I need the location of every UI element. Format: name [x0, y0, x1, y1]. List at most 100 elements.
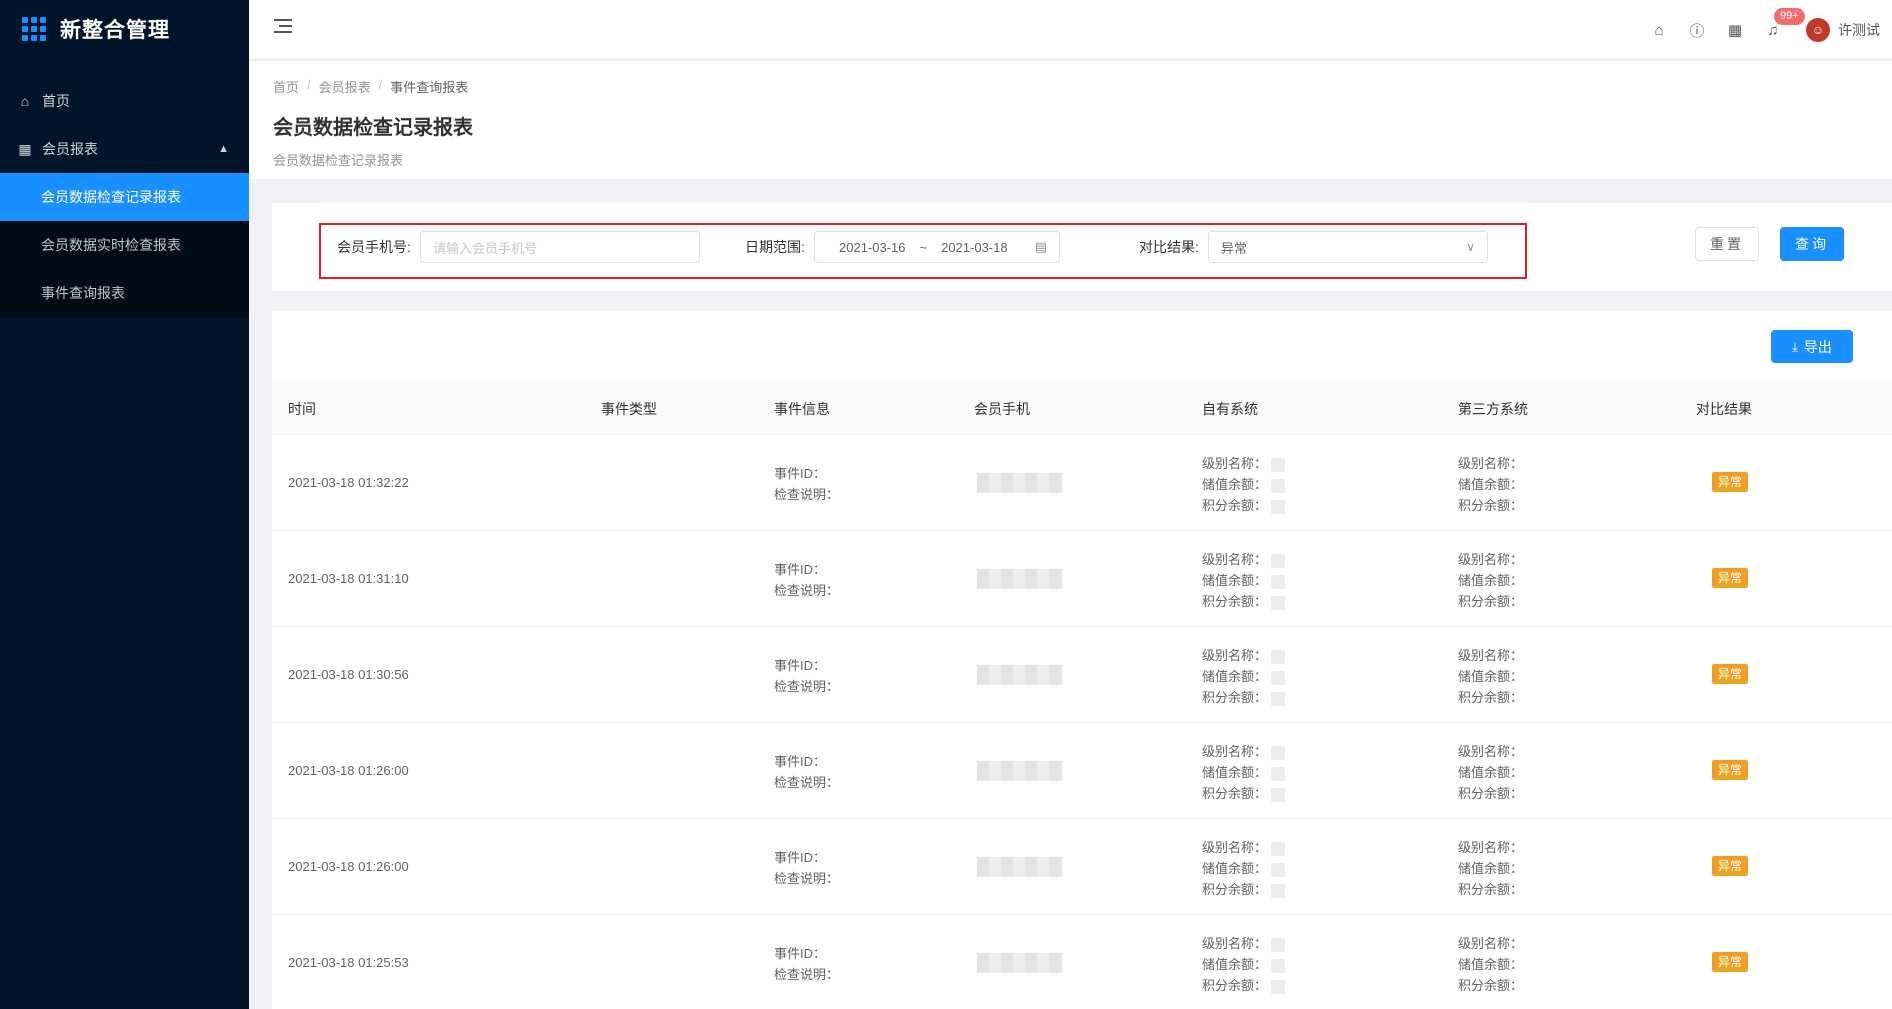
stored-label: 储值余额：	[1202, 861, 1268, 876]
home-icon[interactable]: ⌂	[1640, 0, 1678, 60]
level-label: 级别名称：	[1458, 648, 1524, 663]
row-third-party-system: 级别名称： 储值余额： 积分余额：	[1458, 645, 1523, 708]
column-header-own-system: 自有系统	[1202, 401, 1258, 417]
redacted-value	[1271, 595, 1286, 610]
table-header: 时间 事件类型 事件信息 会员手机 自有系统 第三方系统 对比结果	[272, 383, 1892, 435]
result-label: 对比结果:	[1139, 239, 1199, 255]
row-own-system: 级别名称： 储值余额： 积分余额：	[1202, 741, 1286, 804]
status-badge: 异常	[1712, 952, 1749, 972]
check-note-label: 检查说明：	[774, 775, 840, 790]
points-label: 积分余额：	[1202, 882, 1268, 897]
row-time: 2021-03-18 01:32:22	[288, 475, 409, 490]
row-result: 异常	[1712, 472, 1749, 492]
level-label: 级别名称：	[1202, 744, 1268, 759]
level-label: 级别名称：	[1202, 936, 1268, 951]
table-row[interactable]: 2021-03-18 01:32:22 事件ID： 检查说明： 级别名称： 储值…	[272, 435, 1892, 531]
points-label: 积分余额：	[1202, 594, 1268, 609]
event-id-label: 事件ID：	[774, 754, 827, 769]
date-end[interactable]: 2021-03-18	[941, 240, 1008, 255]
breadcrumb-item[interactable]: 会员报表	[319, 77, 371, 96]
help-icon[interactable]: ⓘ	[1678, 0, 1716, 60]
date-start[interactable]: 2021-03-16	[839, 240, 906, 255]
check-note-label: 检查说明：	[774, 487, 840, 502]
sidebar-item-label: 会员报表	[42, 141, 98, 157]
home-icon: ⌂	[20, 93, 30, 109]
redacted-value	[1271, 745, 1286, 760]
chevron-up-icon: ▲	[218, 143, 229, 155]
redacted-value	[1271, 862, 1286, 877]
redacted-value	[1271, 553, 1286, 568]
query-button[interactable]: 查询	[1780, 227, 1844, 261]
bell-icon[interactable]: ♫ 99+	[1754, 0, 1805, 60]
sidebar-item-label: 首页	[42, 93, 70, 109]
row-event-info: 事件ID： 检查说明：	[774, 751, 839, 793]
redacted-value	[1271, 979, 1286, 994]
table-row[interactable]: 2021-03-18 01:26:00 事件ID： 检查说明： 级别名称： 储值…	[272, 819, 1892, 915]
row-time: 2021-03-18 01:30:56	[288, 667, 409, 682]
redacted-value	[1271, 499, 1286, 514]
avatar[interactable]: ☺	[1806, 18, 1830, 42]
redacted-value	[1271, 574, 1286, 589]
status-badge: 异常	[1712, 760, 1749, 780]
stored-label: 储值余额：	[1202, 957, 1268, 972]
phone-label: 会员手机号:	[337, 239, 411, 255]
status-badge: 异常	[1712, 472, 1749, 492]
column-header-result: 对比结果	[1696, 401, 1752, 417]
stored-label: 储值余额：	[1458, 765, 1524, 780]
stored-label: 储值余额：	[1458, 861, 1524, 876]
table-row[interactable]: 2021-03-18 01:26:00 事件ID： 检查说明： 级别名称： 储值…	[272, 723, 1892, 819]
sidebar: 新整合管理 ⌂ 首页 ▦ 会员报表 ▲ 会员数据检查记录报表 会员数据实时检查报…	[0, 0, 249, 1009]
row-result: 异常	[1712, 568, 1749, 588]
level-label: 级别名称：	[1458, 840, 1524, 855]
table-row[interactable]: 2021-03-18 01:25:53 事件ID： 检查说明： 级别名称： 储值…	[272, 915, 1892, 1009]
row-result: 异常	[1712, 952, 1749, 972]
table-body: 2021-03-18 01:32:22 事件ID： 检查说明： 级别名称： 储值…	[272, 435, 1892, 1009]
sidebar-item-home[interactable]: ⌂ 首页	[0, 77, 249, 125]
result-select[interactable]: 异常 ∨	[1208, 231, 1488, 263]
row-phone-redacted	[977, 569, 1063, 589]
points-label: 积分余额：	[1202, 690, 1268, 705]
status-badge: 异常	[1712, 568, 1749, 588]
sidebar-item-realtime-check-report[interactable]: 会员数据实时检查报表	[0, 221, 249, 269]
grid-logo-icon	[22, 16, 46, 41]
column-header-time: 时间	[288, 401, 316, 417]
breadcrumb: 首页 / 会员报表 / 事件查询报表	[273, 77, 1892, 96]
row-own-system: 级别名称： 储值余额： 积分余额：	[1202, 837, 1286, 900]
date-range-picker[interactable]: 2021-03-16 ~ 2021-03-18 ▤	[814, 231, 1060, 263]
phone-input[interactable]: 请输入会员手机号	[420, 231, 700, 263]
status-badge: 异常	[1712, 664, 1749, 684]
breadcrumb-item: 事件查询报表	[390, 80, 469, 95]
sidebar-group-member-report[interactable]: ▦ 会员报表 ▲	[0, 125, 249, 173]
points-label: 积分余额：	[1202, 978, 1268, 993]
row-event-info: 事件ID： 检查说明：	[774, 559, 839, 601]
filter-card: 会员手机号: 请输入会员手机号 日期范围: 2021-03-16 ~ 2021-…	[272, 203, 1892, 291]
row-phone-redacted	[977, 665, 1063, 685]
table-icon: ▦	[18, 140, 32, 157]
breadcrumb-item[interactable]: 首页	[273, 77, 299, 96]
redacted-value	[1271, 457, 1286, 472]
table-card: ⤓ 导出 时间 事件类型 事件信息 会员手机 自有系统 第三方系统 对比结果 2…	[272, 311, 1892, 1009]
event-id-label: 事件ID：	[774, 658, 827, 673]
stored-label: 储值余额：	[1202, 573, 1268, 588]
stored-label: 储值余额：	[1458, 669, 1524, 684]
apps-icon[interactable]: ▦	[1716, 0, 1754, 60]
export-button[interactable]: ⤓ 导出	[1771, 330, 1853, 363]
sidebar-item-event-query-report[interactable]: 事件查询报表	[0, 269, 249, 317]
level-label: 级别名称：	[1202, 648, 1268, 663]
sidebar-item-check-record-report[interactable]: 会员数据检查记录报表	[0, 173, 249, 221]
points-label: 积分余额：	[1202, 498, 1268, 513]
row-third-party-system: 级别名称： 储值余额： 积分余额：	[1458, 549, 1523, 612]
top-header: ⌂ ⓘ ▦ ♫ 99+ ☺ 许测试	[249, 0, 1892, 60]
page-header: 首页 / 会员报表 / 事件查询报表 会员数据检查记录报表 会员数据检查记录报表	[249, 61, 1892, 179]
reset-button[interactable]: 重置	[1695, 227, 1759, 261]
table-row[interactable]: 2021-03-18 01:30:56 事件ID： 检查说明： 级别名称： 储值…	[272, 627, 1892, 723]
logo[interactable]: 新整合管理	[0, 0, 249, 57]
redacted-value	[1271, 958, 1286, 973]
username[interactable]: 许测试	[1838, 20, 1880, 40]
table-row[interactable]: 2021-03-18 01:31:10 事件ID： 检查说明： 级别名称： 储值…	[272, 531, 1892, 627]
column-header-phone: 会员手机	[974, 401, 1030, 417]
stored-label: 储值余额：	[1202, 765, 1268, 780]
menu-collapse-icon[interactable]	[274, 19, 292, 37]
redacted-value	[1271, 670, 1286, 685]
level-label: 级别名称：	[1458, 744, 1524, 759]
